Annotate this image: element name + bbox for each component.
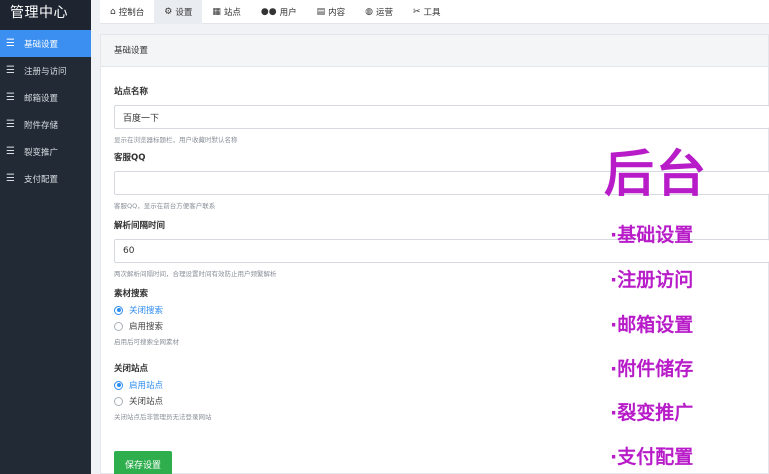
tab-settings[interactable]: ⚙ 设置 [154,0,203,24]
search-option-off[interactable]: 关闭搜索 [114,305,179,316]
tab-label: 设置 [175,7,193,18]
tab-label: 站点 [223,7,241,18]
search-help: 启用后可搜索全网素材 [114,338,179,346]
globe-icon: ◍ [365,6,373,17]
close-site-group: 关闭站点 启用站点 关闭站点 关闭站点后非管理员无法登录网站 [114,362,212,421]
tab-dashboard[interactable]: ⌂ 控制台 [100,0,154,24]
radio-label: 关闭站点 [129,397,164,407]
sidebar-item-payment[interactable]: ☰ 支付配置 [0,165,91,192]
radio-button[interactable] [114,305,123,315]
sidebar-item-label: 注册与访问 [24,66,67,77]
tools-icon: ✂ [413,6,421,17]
site-name-input[interactable] [114,105,769,129]
promo-overlay: 后台 ·基础设置 ·注册访问 ·邮箱设置 ·附件储存 ·裂变推广 ·支付配置 [604,144,708,468]
tab-label: 用户 [279,7,297,18]
sidebar-item-label: 裂变推广 [24,147,59,158]
sidebar-item-label: 附件存储 [24,120,59,131]
sidebar-item-email-settings[interactable]: ☰ 邮箱设置 [0,84,91,111]
tab-operations[interactable]: ◍ 运营 [355,0,403,24]
close-site-option-disable[interactable]: 关闭站点 [114,396,212,407]
sidebar-item-label: 基础设置 [24,39,59,50]
overlay-title: 后台 [604,145,708,203]
tab-sites[interactable]: ▦ 站点 [202,0,251,24]
tab-label: 工具 [423,7,441,18]
overlay-item: ·附件储存 [610,358,694,380]
overlay-item: ·邮箱设置 [610,314,694,336]
search-group: 素材搜索 关闭搜索 启用搜索 启用后可搜索全网素材 [114,287,179,346]
menu-icon: ☰ [6,65,15,76]
site-name-label: 站点名称 [114,87,149,97]
overlay-item: ·基础设置 [610,224,694,246]
sidebar: 管理中心 ☰ 基础设置 ☰ 注册与访问 ☰ 邮箱设置 ☰ 附件存储 ☰ 裂变推广… [0,0,91,474]
users-icon: ●● [260,6,277,17]
tab-label: 内容 [328,7,346,18]
site-name-help: 显示在浏览器标题栏，用户收藏时默认名称 [114,136,238,144]
close-site-help: 关闭站点后非管理员无法登录网站 [114,413,212,421]
menu-icon: ☰ [6,146,15,157]
menu-icon: ☰ [6,38,15,49]
radio-label: 启用站点 [129,381,164,391]
brand-title: 管理中心 [0,0,91,30]
sidebar-item-referral[interactable]: ☰ 裂变推广 [0,138,91,165]
sidebar-item-register-access[interactable]: ☰ 注册与访问 [0,57,91,84]
radio-label: 启用搜索 [129,322,164,332]
tab-users[interactable]: ●● 用户 [251,0,307,24]
search-option-on[interactable]: 启用搜索 [114,321,179,332]
overlay-item: ·支付配置 [610,446,694,468]
radio-button[interactable] [114,321,123,331]
menu-icon: ☰ [6,92,15,103]
tab-tools[interactable]: ✂ 工具 [403,0,451,24]
tab-label: 运营 [375,7,393,18]
close-site-label: 关闭站点 [114,364,149,374]
radio-button[interactable] [114,380,123,390]
document-icon: ▤ [316,6,326,17]
home-icon: ⌂ [110,6,116,17]
tab-content[interactable]: ▤ 内容 [307,0,356,24]
save-button[interactable]: 保存设置 [114,451,172,474]
close-site-option-enable[interactable]: 启用站点 [114,380,212,391]
radio-label: 关闭搜索 [129,306,164,316]
sidebar-item-label: 邮箱设置 [24,93,59,104]
menu-icon: ☰ [6,119,15,130]
sidebar-item-attachment-storage[interactable]: ☰ 附件存储 [0,111,91,138]
top-nav: ⌂ 控制台 ⚙ 设置 ▦ 站点 ●● 用户 ▤ 内容 ◍ 运营 ✂ 工具 [100,0,769,24]
panel-title: 基础设置 [101,35,768,67]
overlay-item: ·裂变推广 [610,402,694,424]
sidebar-item-label: 支付配置 [24,174,59,185]
menu-icon: ☰ [6,173,15,184]
site-name-group: 站点名称 显示在浏览器标题栏，用户收藏时默认名称 [114,85,769,144]
radio-button[interactable] [114,396,123,406]
gear-icon: ⚙ [164,6,173,17]
overlay-item: ·注册访问 [610,269,694,291]
sidebar-item-basic-settings[interactable]: ☰ 基础设置 [0,30,91,57]
search-label: 素材搜索 [114,289,149,299]
sitemap-icon: ▦ [212,6,221,17]
tab-label: 控制台 [118,7,145,18]
